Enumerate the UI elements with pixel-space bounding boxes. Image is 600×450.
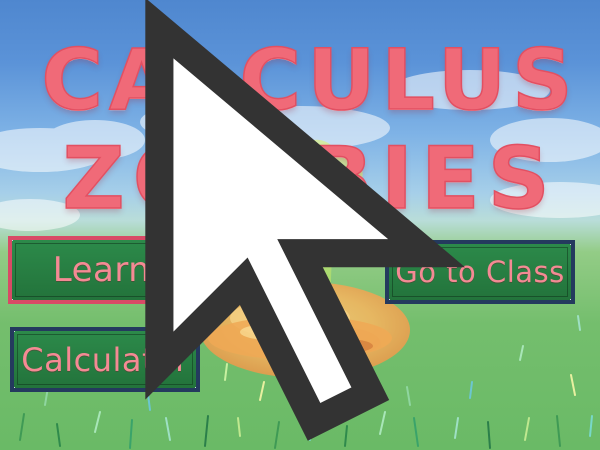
- mouse-pointer-icon: [145, 0, 466, 441]
- game-scene: CALCULUS ZOMBIES Learn Go to Class Calcu…: [0, 0, 600, 450]
